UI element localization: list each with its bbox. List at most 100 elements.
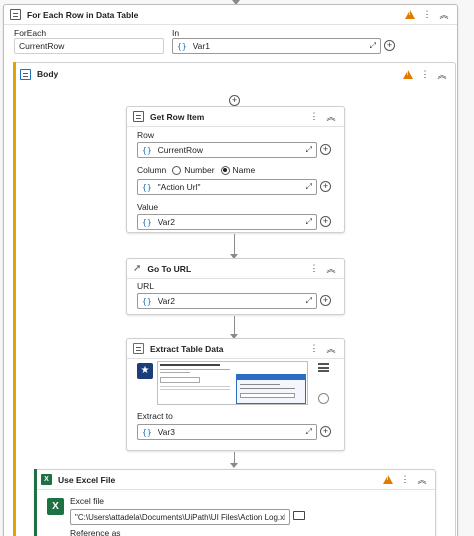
- collapse-icon[interactable]: ︽: [324, 110, 338, 124]
- body-header[interactable]: Body ⋮ ︽: [14, 63, 455, 85]
- collapse-icon[interactable]: ︽: [437, 8, 451, 22]
- folder-icon[interactable]: [293, 511, 305, 520]
- go-to-url-icon: ➚: [133, 263, 142, 274]
- expression-icon: {}: [142, 145, 152, 155]
- collapse-icon[interactable]: ︽: [324, 262, 338, 276]
- url-label: URL: [137, 281, 155, 291]
- go-to-url-header[interactable]: ➚ Go To URL ⋮ ︽: [127, 259, 344, 279]
- column-field[interactable]: {} "Action Url" ⤢: [137, 179, 317, 195]
- collapse-icon[interactable]: ︽: [415, 473, 429, 487]
- number-option-label: Number: [184, 165, 215, 175]
- warning-icon[interactable]: [403, 8, 417, 22]
- more-icon[interactable]: ⋮: [307, 262, 321, 276]
- more-icon[interactable]: ⋮: [398, 473, 412, 487]
- expression-icon: {}: [142, 427, 152, 437]
- collapse-icon[interactable]: ︽: [435, 67, 449, 81]
- plus-icon[interactable]: +: [320, 426, 331, 437]
- connector-3-arrow: [230, 463, 238, 468]
- excel-icon: X: [41, 474, 52, 485]
- url-field[interactable]: {} Var2 ⤢: [137, 293, 317, 309]
- add-activity-icon[interactable]: +: [229, 95, 240, 106]
- expand-editor-icon[interactable]: ⤢: [370, 41, 376, 51]
- collapse-icon[interactable]: ︽: [324, 342, 338, 356]
- warning-icon[interactable]: [401, 67, 415, 81]
- get-row-item-title: Get Row Item: [150, 111, 205, 122]
- column-label: Column: [137, 165, 167, 175]
- target-screenshot-thumbnail[interactable]: [157, 361, 308, 405]
- column-value: "Action Url": [157, 182, 201, 192]
- foreach-variable-value: CurrentRow: [19, 41, 65, 51]
- foreach-label: ForEach: [14, 28, 47, 38]
- expand-editor-icon[interactable]: ⤢: [306, 182, 312, 192]
- excel-file-label: Excel file: [70, 496, 105, 506]
- row-field[interactable]: {} CurrentRow ⤢: [137, 142, 317, 158]
- thumb-dialog-bar: [237, 375, 305, 380]
- extract-table-data-title: Extract Table Data: [150, 343, 224, 354]
- foreach-header[interactable]: For Each Row in Data Table ⋮ ︽: [4, 5, 457, 25]
- body-accent-bar: [13, 62, 16, 536]
- plus-icon[interactable]: +: [384, 40, 395, 51]
- warning-icon[interactable]: [381, 473, 395, 487]
- extract-to-field[interactable]: {} Var3 ⤢: [137, 424, 317, 440]
- thumb-row-line: [160, 389, 230, 390]
- more-icon[interactable]: ⋮: [307, 110, 321, 124]
- thumb-dialog-line: [240, 388, 295, 389]
- thumb-text-line: [160, 369, 230, 370]
- get-row-item-icon: [133, 111, 144, 122]
- more-icon[interactable]: ⋮: [307, 342, 321, 356]
- reference-as-label: Reference as: [70, 528, 121, 536]
- column-options: Column Number Name: [137, 165, 255, 175]
- foreach-icon: [10, 9, 21, 20]
- in-label: In: [172, 28, 180, 38]
- expand-editor-icon[interactable]: ⤢: [306, 296, 312, 306]
- go-to-url-title: Go To URL: [147, 263, 192, 274]
- use-excel-file-header[interactable]: X Use Excel File ⋮ ︽: [35, 470, 435, 490]
- plus-icon[interactable]: +: [320, 295, 331, 306]
- connector-1: [234, 234, 235, 256]
- foreach-variable-field[interactable]: CurrentRow: [14, 38, 164, 54]
- expand-editor-icon[interactable]: ⤢: [306, 145, 312, 155]
- highlight-target-icon[interactable]: [318, 393, 329, 404]
- row-value: CurrentRow: [157, 145, 203, 155]
- value-value: Var2: [157, 217, 175, 227]
- get-row-item-header[interactable]: Get Row Item ⋮ ︽: [127, 107, 344, 127]
- extract-table-icon: [133, 343, 144, 354]
- radio-number[interactable]: [172, 165, 182, 175]
- in-field[interactable]: {} Var1 ⤢: [172, 38, 381, 54]
- expression-icon: {}: [142, 217, 152, 227]
- name-option-label: Name: [232, 165, 256, 175]
- plus-icon[interactable]: +: [320, 216, 331, 227]
- thumb-title-line: [160, 364, 220, 366]
- row-label: Row: [137, 130, 155, 140]
- sequence-icon: [20, 68, 31, 80]
- expression-icon: {}: [142, 182, 152, 192]
- in-value: Var1: [192, 41, 210, 51]
- excel-file-value: "C:\Users\attadela\Documents\UiPath\UI F…: [75, 512, 285, 522]
- excel-file-large-icon: X: [47, 498, 64, 515]
- foreach-title: For Each Row in Data Table: [27, 9, 139, 20]
- expression-icon: {}: [142, 296, 152, 306]
- plus-icon[interactable]: +: [320, 181, 331, 192]
- thumb-dialog: [236, 374, 306, 404]
- connector-2: [234, 316, 235, 336]
- thumb-row-line: [160, 386, 230, 387]
- expand-editor-icon[interactable]: ⤢: [306, 217, 312, 227]
- thumb-dialog-input: [240, 393, 295, 398]
- excel-accent-bar: [34, 469, 37, 536]
- extract-table-data-header[interactable]: Extract Table Data ⋮ ︽: [127, 339, 344, 359]
- menu-icon[interactable]: [318, 363, 329, 372]
- extract-to-value: Var3: [157, 427, 175, 437]
- expand-editor-icon[interactable]: ⤢: [306, 427, 312, 437]
- thumb-input-box: [160, 377, 200, 383]
- radio-name[interactable]: [220, 165, 230, 175]
- plus-icon[interactable]: +: [320, 144, 331, 155]
- value-field[interactable]: {} Var2 ⤢: [137, 214, 317, 230]
- use-excel-file-title: Use Excel File: [58, 474, 116, 485]
- more-icon[interactable]: ⋮: [420, 8, 434, 22]
- thumb-text-line: [160, 372, 190, 373]
- excel-file-field[interactable]: "C:\Users\attadela\Documents\UiPath\UI F…: [70, 509, 290, 525]
- body-title: Body: [37, 69, 59, 79]
- thumb-dialog-line: [240, 384, 280, 385]
- more-icon[interactable]: ⋮: [418, 67, 432, 81]
- target-app-icon: ★: [137, 363, 153, 379]
